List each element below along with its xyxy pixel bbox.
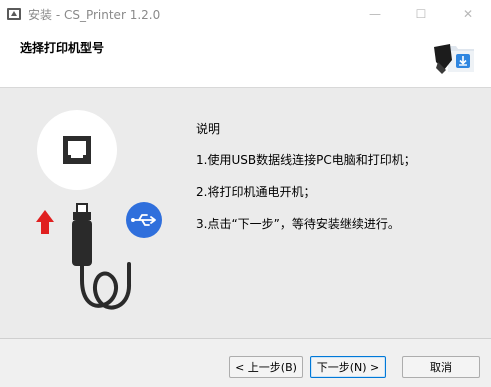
minimize-icon: — [369,7,381,21]
printer-download-icon [434,44,474,74]
usb-cable-icon [72,203,132,310]
page-title: 选择打印机型号 [20,41,105,55]
minimize-button[interactable]: — [352,0,398,28]
instructions-title: 说明 [196,122,221,136]
title-bar: 安装 - CS_Printer 1.2.0 — ☐ ✕ [0,0,491,28]
cancel-button[interactable]: 取消 [402,356,480,378]
close-button[interactable]: ✕ [445,0,491,28]
maximize-icon: ☐ [415,7,427,21]
usb-icon [126,202,162,238]
footer-divider [0,338,491,339]
usb-connection-illustration [36,110,162,310]
printer-icon [37,110,117,190]
wizard-content: 说明 1.使用USB数据线连接PC电脑和打印机； 2.将打印机通电开机； 3.点… [0,88,491,338]
wizard-header: 选择打印机型号 [0,28,491,88]
instruction-step-2: 2.将打印机通电开机； [196,185,316,199]
instruction-step-3: 3.点击“下一步”，等待安装继续进行。 [196,217,400,231]
window-title: 安装 - CS_Printer 1.2.0 [28,8,161,22]
next-button[interactable]: 下一步(N) > [310,356,386,378]
instruction-step-1: 1.使用USB数据线连接PC电脑和打印机； [196,153,416,167]
installer-window: 安装 - CS_Printer 1.2.0 — ☐ ✕ 选择打印机型号 说明 1… [0,0,491,387]
app-icon [7,8,21,20]
back-button[interactable]: < 上一步(B) [229,356,303,378]
maximize-button[interactable]: ☐ [398,0,444,28]
arrow-up-icon [36,210,54,234]
close-icon: ✕ [462,7,474,21]
